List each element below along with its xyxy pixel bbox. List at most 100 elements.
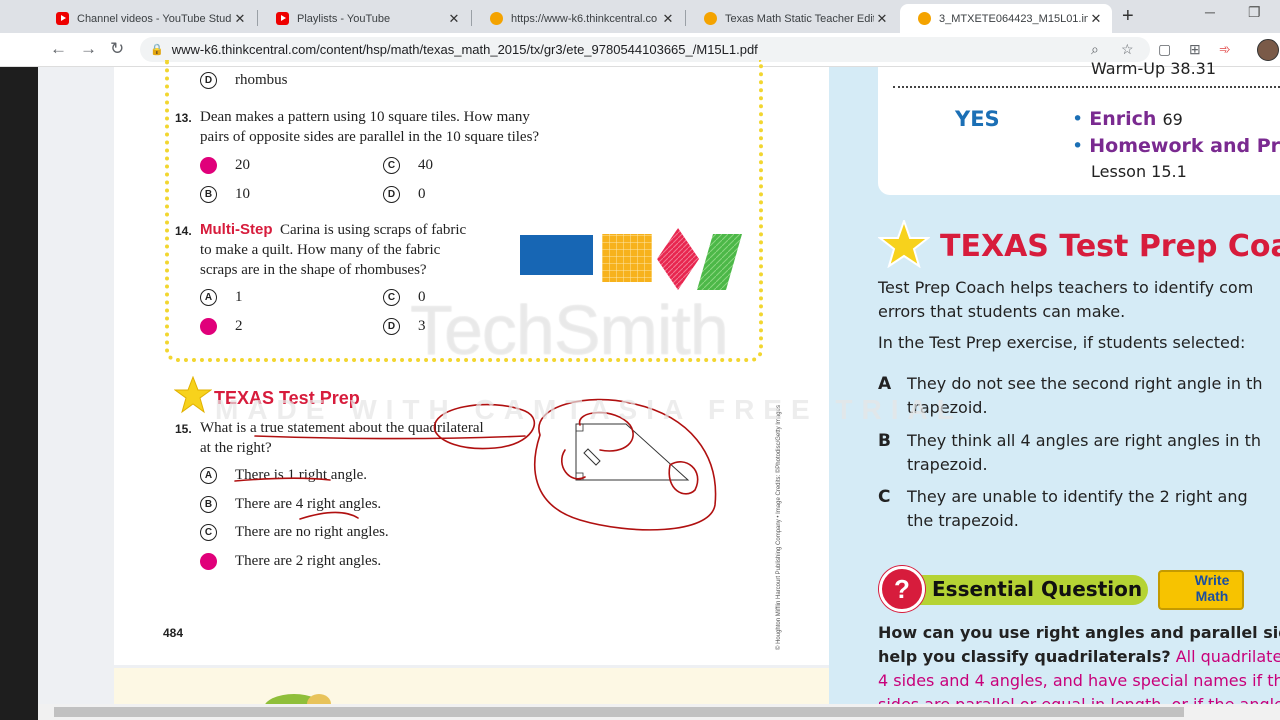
explanation-line: They think all 4 angles are right angles…	[907, 431, 1262, 450]
option-text: rhombus	[235, 72, 288, 88]
answer-letter: C	[878, 487, 891, 507]
explanation-line: the trapezoid.	[907, 511, 1019, 530]
tab-thinkcentral[interactable]: https://www-k6.thinkcentral.co ✕	[472, 4, 684, 33]
answer-bubble[interactable]: B	[200, 186, 217, 203]
close-icon[interactable]: ✕	[446, 11, 462, 27]
question-line: Dean makes a pattern using 10 square til…	[200, 109, 530, 125]
question-line: pairs of opposite sides are parallel in …	[200, 129, 540, 145]
option-text: 40	[418, 157, 433, 173]
q14-option-a[interactable]: A 1	[200, 289, 243, 306]
tab-playlists[interactable]: Playlists - YouTube ✕	[258, 4, 470, 33]
answer-bubble-selected[interactable]: A	[200, 157, 217, 174]
tab-channel-videos[interactable]: Channel videos - YouTube Stud ✕	[38, 4, 256, 33]
answer-bubble[interactable]: A	[200, 289, 217, 306]
next-page-strip	[114, 668, 829, 714]
option-text: 10	[235, 186, 250, 202]
close-icon[interactable]: ✕	[660, 11, 676, 27]
question-number: 13.	[175, 111, 192, 125]
answer-c-explanation: C They are unable to identify the 2 righ…	[878, 485, 1248, 533]
warmup-text: Warm-Up 38.31	[1091, 59, 1217, 78]
extension-grid-icon[interactable]: ⊞	[1189, 41, 1201, 58]
question-line: scraps are in the shape of rhombuses?	[200, 262, 427, 278]
tab-title: https://www-k6.thinkcentral.co	[511, 12, 658, 25]
restore-icon[interactable]: ❐	[1248, 4, 1261, 21]
explanation-line: trapezoid.	[907, 455, 988, 474]
cursor-icon	[583, 448, 601, 466]
fabric-scraps-illustration	[520, 228, 742, 290]
q13-option-a[interactable]: A 20	[200, 157, 250, 174]
answer-bubble-selected[interactable]: B	[200, 318, 217, 335]
q13-option-d[interactable]: D 0	[383, 186, 426, 203]
orange-circle-icon	[490, 12, 503, 25]
close-icon[interactable]: ✕	[232, 11, 248, 27]
eq-pink: All quadrilatera	[1175, 647, 1280, 666]
scrollbar-thumb[interactable]	[54, 707, 1184, 717]
eq-line: help you classify quadrilaterals? All qu…	[878, 645, 1280, 669]
answer-bubble[interactable]: C	[383, 289, 400, 306]
lock-icon: 🔒	[150, 44, 164, 56]
orange-circle-icon	[704, 12, 717, 25]
question-mark-icon: ?	[879, 566, 925, 612]
question-14-text: Multi-Step Carina is using scraps of fab…	[200, 220, 466, 280]
rectangle-shape	[520, 235, 593, 275]
q12-option-d[interactable]: D rhombus	[200, 72, 288, 89]
q13-option-b[interactable]: B 10	[200, 186, 250, 203]
q13-option-c[interactable]: C 40	[383, 157, 433, 174]
coach-intro: Test Prep Coach helps teachers to identi…	[878, 276, 1253, 324]
option-text: There are 2 right angles.	[235, 553, 382, 569]
answer-bubble[interactable]: D	[383, 186, 400, 203]
reload-icon[interactable]: ↻	[110, 39, 124, 59]
url-text: www-k6.thinkcentral.com/content/hsp/math…	[171, 42, 758, 57]
eq-line: 4 sides and 4 angles, and have special n…	[878, 671, 1280, 690]
q14-option-b[interactable]: B 2	[200, 318, 243, 335]
square-shape	[602, 234, 652, 282]
forward-icon[interactable]: →	[80, 39, 97, 59]
zoom-icon[interactable]: ⌕	[1091, 41, 1099, 58]
extension-icon[interactable]: ▢	[1158, 41, 1171, 58]
exercise-line: In the Test Prep exercise, if students s…	[878, 333, 1246, 352]
bookmark-star-icon[interactable]: ☆	[1121, 41, 1134, 58]
question-line: to make a quilt. How many of the fabric	[200, 242, 441, 258]
q15-option-d[interactable]: D There are 2 right angles.	[200, 553, 381, 570]
enrich-link[interactable]: Enrich	[1089, 108, 1156, 130]
answer-bubble-selected[interactable]: D	[200, 553, 217, 570]
tab-title: Playlists - YouTube	[297, 12, 391, 25]
left-edge	[0, 67, 38, 720]
minimize-icon[interactable]: ─	[1205, 4, 1215, 20]
close-icon[interactable]: ✕	[1088, 11, 1104, 27]
question-13-text: Dean makes a pattern using 10 square til…	[200, 107, 539, 147]
option-text: 2	[235, 318, 243, 334]
yes-label: YES	[955, 107, 1000, 131]
page-number: 484	[163, 626, 184, 640]
option-text: 20	[235, 157, 250, 173]
coach-intro-line: errors that students can make.	[878, 302, 1126, 321]
new-tab-icon[interactable]: +	[1122, 5, 1134, 28]
image-credit: © Houghton Mifflin Harcourt Publishing C…	[776, 405, 782, 650]
homework-link[interactable]: Homework and Pra	[1089, 135, 1280, 157]
answer-bubble[interactable]: D	[383, 318, 400, 335]
tab-active-pdf[interactable]: 3_MTXETE064423_M15L01.ind ✕	[900, 4, 1112, 33]
eq-line: How can you use right angles and paralle…	[878, 623, 1280, 642]
avatar[interactable]	[1257, 39, 1279, 61]
question-line-text: Carina is using scraps of fabric	[280, 222, 467, 238]
tab-title: Texas Math Static Teacher Editi	[725, 12, 874, 25]
orange-circle-icon	[918, 12, 931, 25]
option-text: 0	[418, 186, 426, 202]
answer-bubble[interactable]: C	[383, 157, 400, 174]
rhombus-shape	[657, 228, 699, 290]
tab-texas-math[interactable]: Texas Math Static Teacher Editi ✕	[686, 4, 898, 33]
eq-bold: help you classify quadrilaterals?	[878, 647, 1171, 666]
extension-arrow-icon[interactable]: ➾	[1219, 41, 1231, 58]
youtube-icon	[56, 12, 69, 25]
tab-strip: Channel videos - YouTube Stud ✕ Playlist…	[0, 0, 1280, 33]
homework-item[interactable]: • Homework and Pra	[1072, 135, 1280, 157]
enrich-page: 69	[1162, 110, 1183, 129]
back-icon[interactable]: ←	[50, 39, 67, 59]
enrich-item[interactable]: • Enrich 69	[1072, 108, 1183, 130]
write-math-pencil-icon: Write Math	[1158, 570, 1244, 610]
answer-bubble[interactable]: D	[200, 72, 217, 89]
address-bar[interactable]: 🔒 www-k6.thinkcentral.com/content/hsp/ma…	[140, 37, 1150, 62]
horizontal-scrollbar[interactable]	[38, 704, 1280, 720]
close-icon[interactable]: ✕	[874, 11, 890, 27]
lesson-text: Lesson 15.1	[1091, 162, 1187, 181]
